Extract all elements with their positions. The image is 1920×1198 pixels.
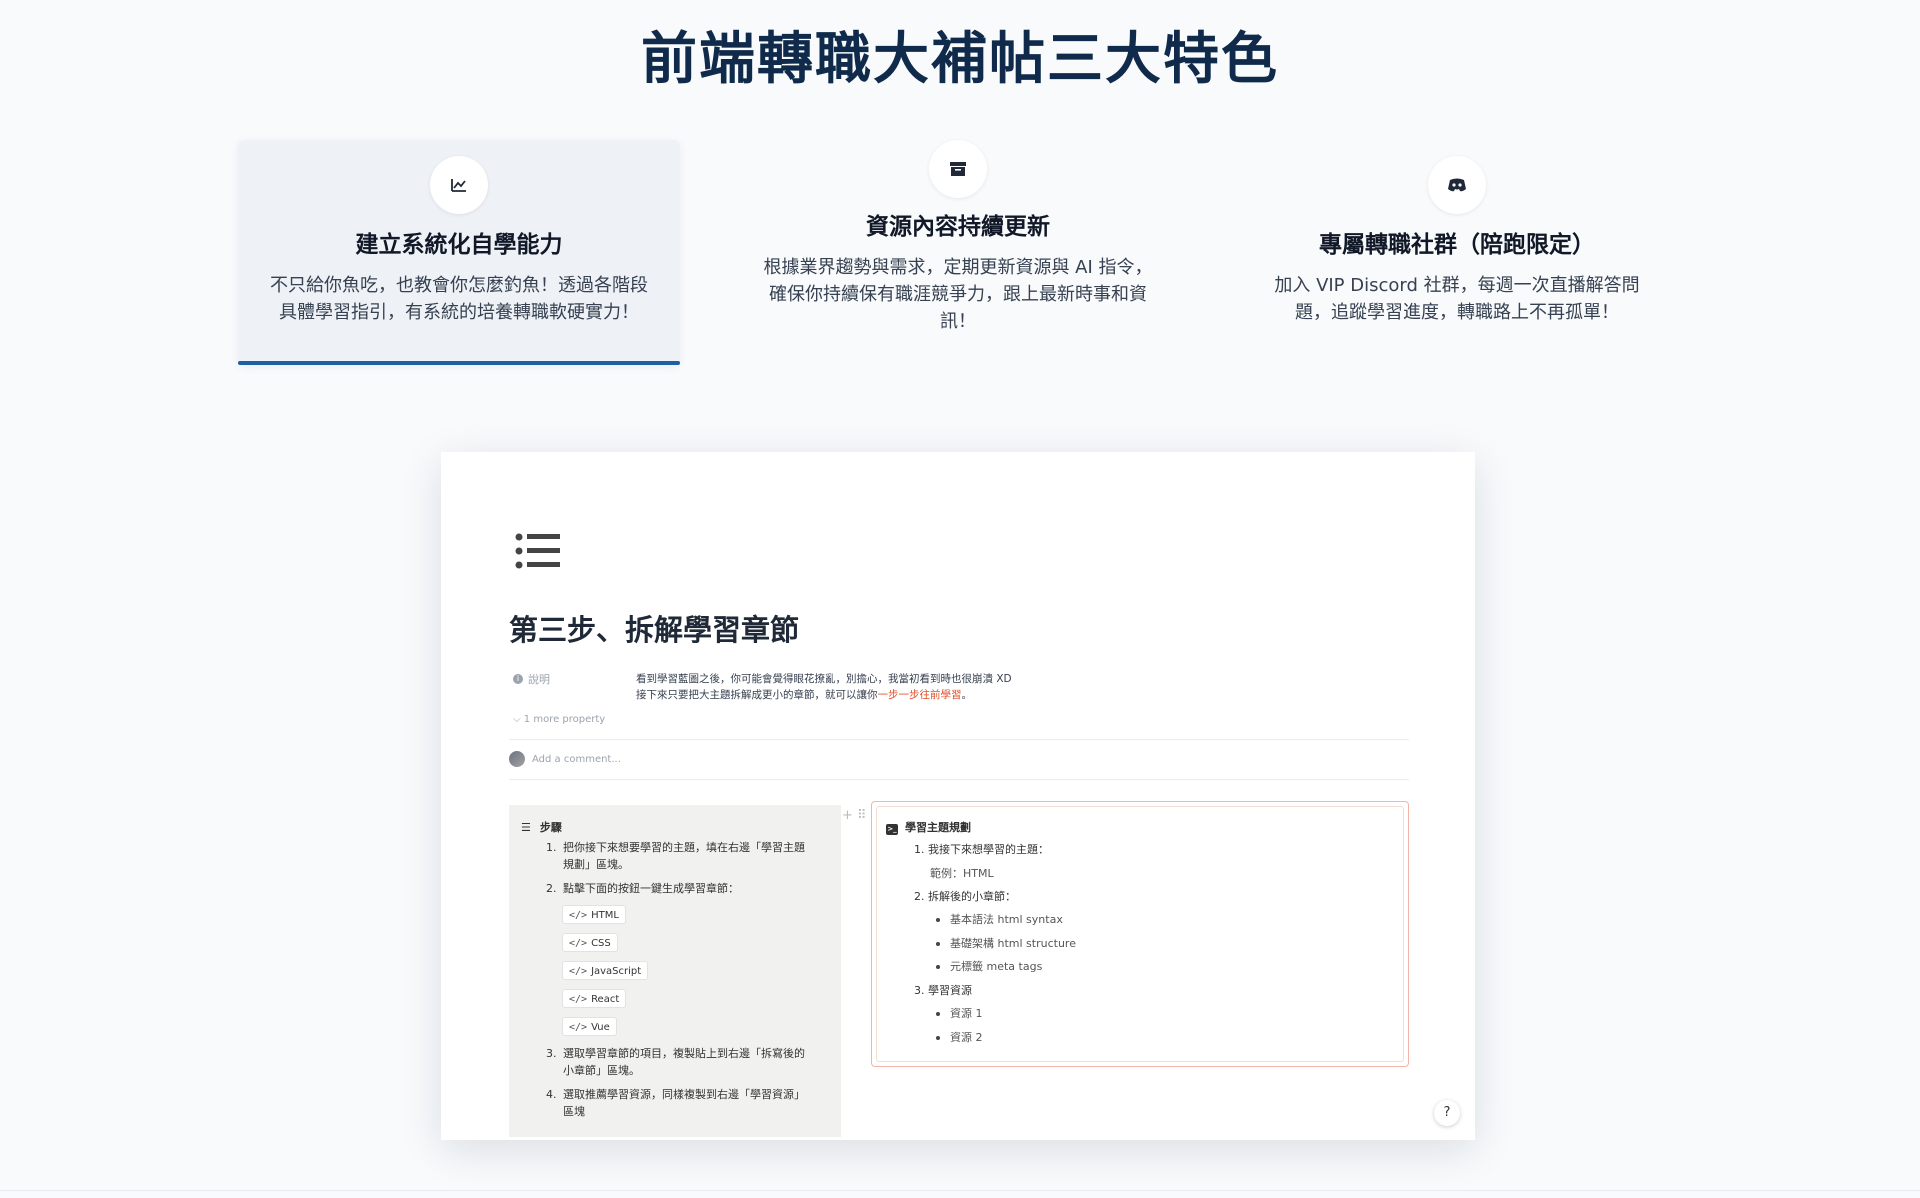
discord-icon [1428, 156, 1486, 214]
code-icon: </> [569, 966, 588, 977]
add-comment-field[interactable]: Add a comment... [509, 751, 621, 767]
generate-css-button[interactable]: </> CSS [562, 933, 618, 952]
learning-plan-block[interactable]: >_ 學習主題規劃 1. 我接下來想學習的主題： 範例：HTML 2. 拆解後的小… [871, 801, 1409, 1067]
bullet-item: 資源 1 [950, 1007, 983, 1020]
feature-title: 專屬轉職社群（陪跑限定） [1319, 232, 1595, 258]
list-icon: ☰ [521, 820, 531, 834]
generate-javascript-button[interactable]: </> JavaScript [562, 961, 649, 980]
feature-title: 資源內容持續更新 [866, 214, 1050, 240]
code-icon: </> [569, 910, 588, 921]
more-property-toggle[interactable]: ⌵ 1 more property [513, 714, 605, 725]
list-item: 3. 學習資源 [914, 984, 972, 997]
generate-vue-button[interactable]: </> Vue [562, 1017, 617, 1036]
divider [509, 739, 1409, 740]
notion-preview-panel: 第三步、拆解學習章節 i 說明 看到學習藍圖之後，你可能會覺得眼花撩亂，別擔心，… [441, 452, 1475, 1140]
divider [509, 779, 1409, 780]
notion-page-title: 第三步、拆解學習章節 [509, 613, 800, 647]
code-icon: </> [569, 994, 588, 1005]
feature-desc: 加入 VIP Discord 社群，每週一次直播解答問 題，追蹤學習進度，轉職路上… [1274, 275, 1640, 323]
bullet-item: 元標籤 meta tags [950, 960, 1043, 973]
feature-card-community[interactable]: 專屬轉職社群（陪跑限定） 加入 VIP Discord 社群，每週一次直播解答問… [1236, 140, 1678, 365]
example-text: 範例：HTML [930, 867, 994, 880]
archive-box-icon [929, 140, 987, 198]
avatar [509, 751, 525, 767]
feature-desc: 不只給你魚吃，也教會你怎麼釣魚！透過各階段 具體學習指引，有系統的培養轉職軟硬實力… [270, 275, 648, 323]
list-item: 2. 拆解後的小章節： [914, 890, 1016, 903]
info-icon: i [513, 674, 523, 684]
property-value[interactable]: 看到學習藍圖之後，你可能會覺得眼花撩亂，別擔心，我當初看到時也很崩潰 XD 接下… [636, 671, 1136, 703]
chart-line-icon [430, 156, 488, 214]
feature-title: 建立系統化自學能力 [355, 232, 563, 258]
feature-card-self-learning[interactable]: 建立系統化自學能力 不只給你魚吃，也教會你怎麼釣魚！透過各階段 具體學習指引，有系… [238, 140, 680, 365]
plan-heading: >_ 學習主題規劃 [886, 821, 971, 835]
property-label: i 說明 [513, 671, 550, 687]
bulleted-list-icon [515, 532, 561, 574]
feature-desc: 根據業界趨勢與需求，定期更新資源與 AI 指令， 確保你持續保有職涯競爭力，跟上最… [763, 257, 1153, 332]
generate-html-button[interactable]: </> HTML [562, 905, 626, 924]
generate-react-button[interactable]: </> React [562, 989, 627, 1008]
drag-handle-icon[interactable]: + ⠿ [842, 808, 867, 823]
bullet-item: 基本語法 html syntax [950, 913, 1063, 926]
code-icon: </> [569, 1022, 588, 1033]
list-item: 1. 我接下來想學習的主題： [914, 843, 1049, 856]
steps-callout: ☰ 步驟 1. 把你接下來想要學習的主題，填在右邊「學習主題 規劃」區塊。 2. … [509, 805, 841, 1137]
steps-heading: ☰ 步驟 [521, 820, 562, 835]
bullet-item: 基礎架構 html structure [950, 937, 1076, 950]
feature-card-updates[interactable]: 資源內容持續更新 根據業界趨勢與需求，定期更新資源與 AI 指令， 確保你持續保有… [737, 140, 1179, 365]
terminal-icon: >_ [886, 824, 898, 835]
page-title: 前端轉職大補帖三大特色 [641, 27, 1279, 92]
code-icon: </> [569, 938, 588, 949]
bullet-item: 資源 2 [950, 1031, 983, 1044]
chevron-down-icon: ⌵ [513, 714, 521, 725]
divider [0, 1190, 1920, 1191]
help-button[interactable]: ? [1434, 1100, 1460, 1126]
